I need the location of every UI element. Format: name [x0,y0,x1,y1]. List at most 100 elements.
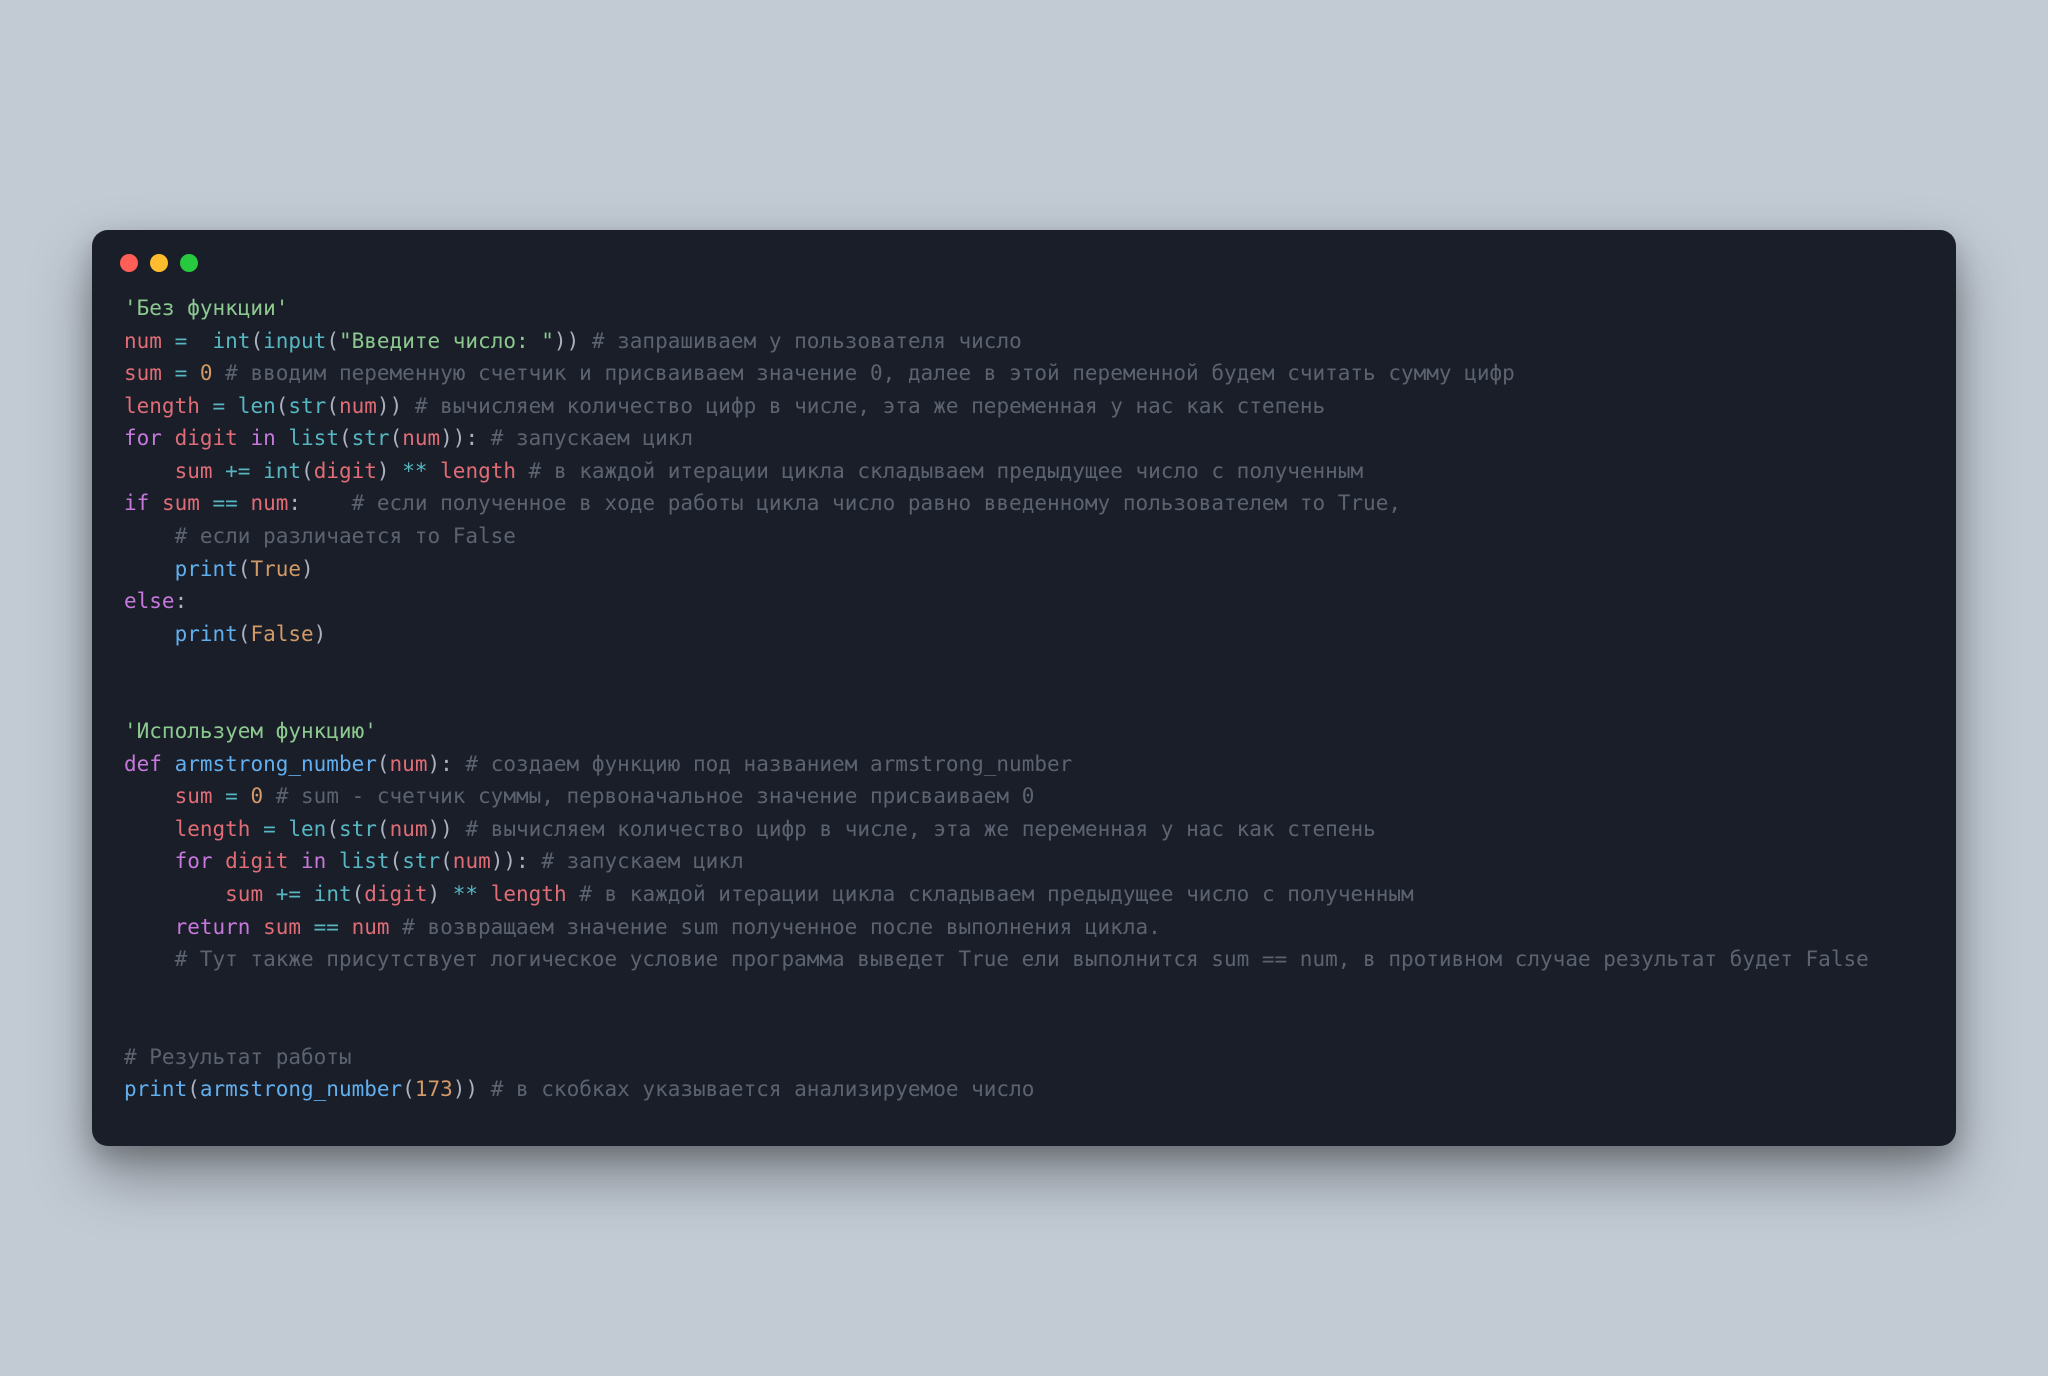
code-text: 0 [200,361,213,385]
code-text: in [301,849,326,873]
code-text: ( [276,394,289,418]
code-text: num [390,752,428,776]
code-text: length [124,394,200,418]
code-text: )) [453,1077,478,1101]
code-text: digit [314,459,377,483]
code-text: ) [314,622,327,646]
code-text: len [238,394,276,418]
code-text: length [175,817,251,841]
code-comment: # запускаем цикл [478,426,693,450]
code-text: ) [427,882,452,906]
code-text: )) [554,329,579,353]
code-text: 'Без функции' [124,296,288,320]
code-block[interactable]: 'Без функции' num = int(input("Введите ч… [92,280,1956,1146]
code-text: 173 [415,1077,453,1101]
code-text: str [288,394,326,418]
code-text: : [288,491,339,515]
code-text: = [162,329,213,353]
code-text: )): [440,426,478,450]
code-text: ( [326,817,339,841]
maximize-icon[interactable] [180,254,198,272]
code-text: 'Используем функцию' [124,719,377,743]
code-text: )) [377,394,402,418]
code-comment: # вычисляем количество цифр в числе, эта… [402,394,1325,418]
code-text: num [238,491,289,515]
code-text: sum [149,491,212,515]
code-text: ( [440,849,453,873]
window-titlebar [92,230,1956,280]
code-text: digit [162,426,251,450]
code-text: = [162,361,200,385]
code-text: def [124,752,162,776]
code-text: armstrong_number [200,1077,402,1101]
code-text: ) [301,557,314,581]
code-text: = [250,817,288,841]
code-text: input [263,329,326,353]
code-text: += [263,882,314,906]
code-text: for [124,426,162,450]
code-text: armstrong_number [162,752,377,776]
code-text: digit [364,882,427,906]
code-text: num [339,394,377,418]
code-text: )) [428,817,453,841]
close-icon[interactable] [120,254,138,272]
code-text: ** [453,882,478,906]
code-text: list [276,426,339,450]
code-text: str [402,849,440,873]
code-text: ( [390,426,403,450]
code-text: = [213,784,251,808]
code-comment: # возвращаем значение sum полученное пос… [390,915,1161,939]
code-text: = [200,394,238,418]
code-text: )): [491,849,529,873]
code-text [124,459,175,483]
code-text: ( [402,1077,415,1101]
code-text: str [339,817,377,841]
code-text: "Введите число: " [339,329,554,353]
code-comment: # Тут также присутствует логическое усло… [124,947,1869,971]
code-text: print [124,1077,187,1101]
code-text: return [175,915,251,939]
code-comment: # если полученное в ходе работы цикла чи… [339,491,1401,515]
code-text: print [175,557,238,581]
code-text: ( [377,752,390,776]
code-text: ( [339,426,352,450]
code-comment: # в каждой итерации цикла складываем пре… [567,882,1414,906]
code-text [124,915,175,939]
code-text: num [402,426,440,450]
code-text: num [339,915,390,939]
code-text [124,784,175,808]
code-text: length [440,459,516,483]
code-text: print [175,622,238,646]
code-text: == [314,915,339,939]
code-text [124,817,175,841]
code-comment: # в каждой итерации цикла складываем пре… [516,459,1363,483]
code-text: sum [175,459,213,483]
code-text: sum [175,784,213,808]
code-text: ( [238,557,251,581]
code-text: num [390,817,428,841]
minimize-icon[interactable] [150,254,168,272]
code-text: int [213,329,251,353]
code-comment: # Результат работы [124,1045,352,1069]
code-text [124,849,175,873]
code-text: else [124,589,175,613]
code-text: len [288,817,326,841]
code-text: digit [213,849,302,873]
code-text: += [213,459,264,483]
code-comment: # если различается то False [124,524,516,548]
code-text: num [453,849,491,873]
code-text: ( [390,849,403,873]
code-text: num [124,329,162,353]
code-text: length [491,882,567,906]
code-text: str [352,426,390,450]
code-text: ( [326,329,339,353]
code-text: True [250,557,301,581]
code-comment: # вычисляем количество цифр в числе, эта… [453,817,1376,841]
code-text [478,882,491,906]
code-text: int [263,459,301,483]
code-text: ** [402,459,427,483]
code-text: sum [225,882,263,906]
code-text [124,557,175,581]
code-text: == [213,491,238,515]
code-comment: # в скобках указывается анализируемое чи… [478,1077,1034,1101]
